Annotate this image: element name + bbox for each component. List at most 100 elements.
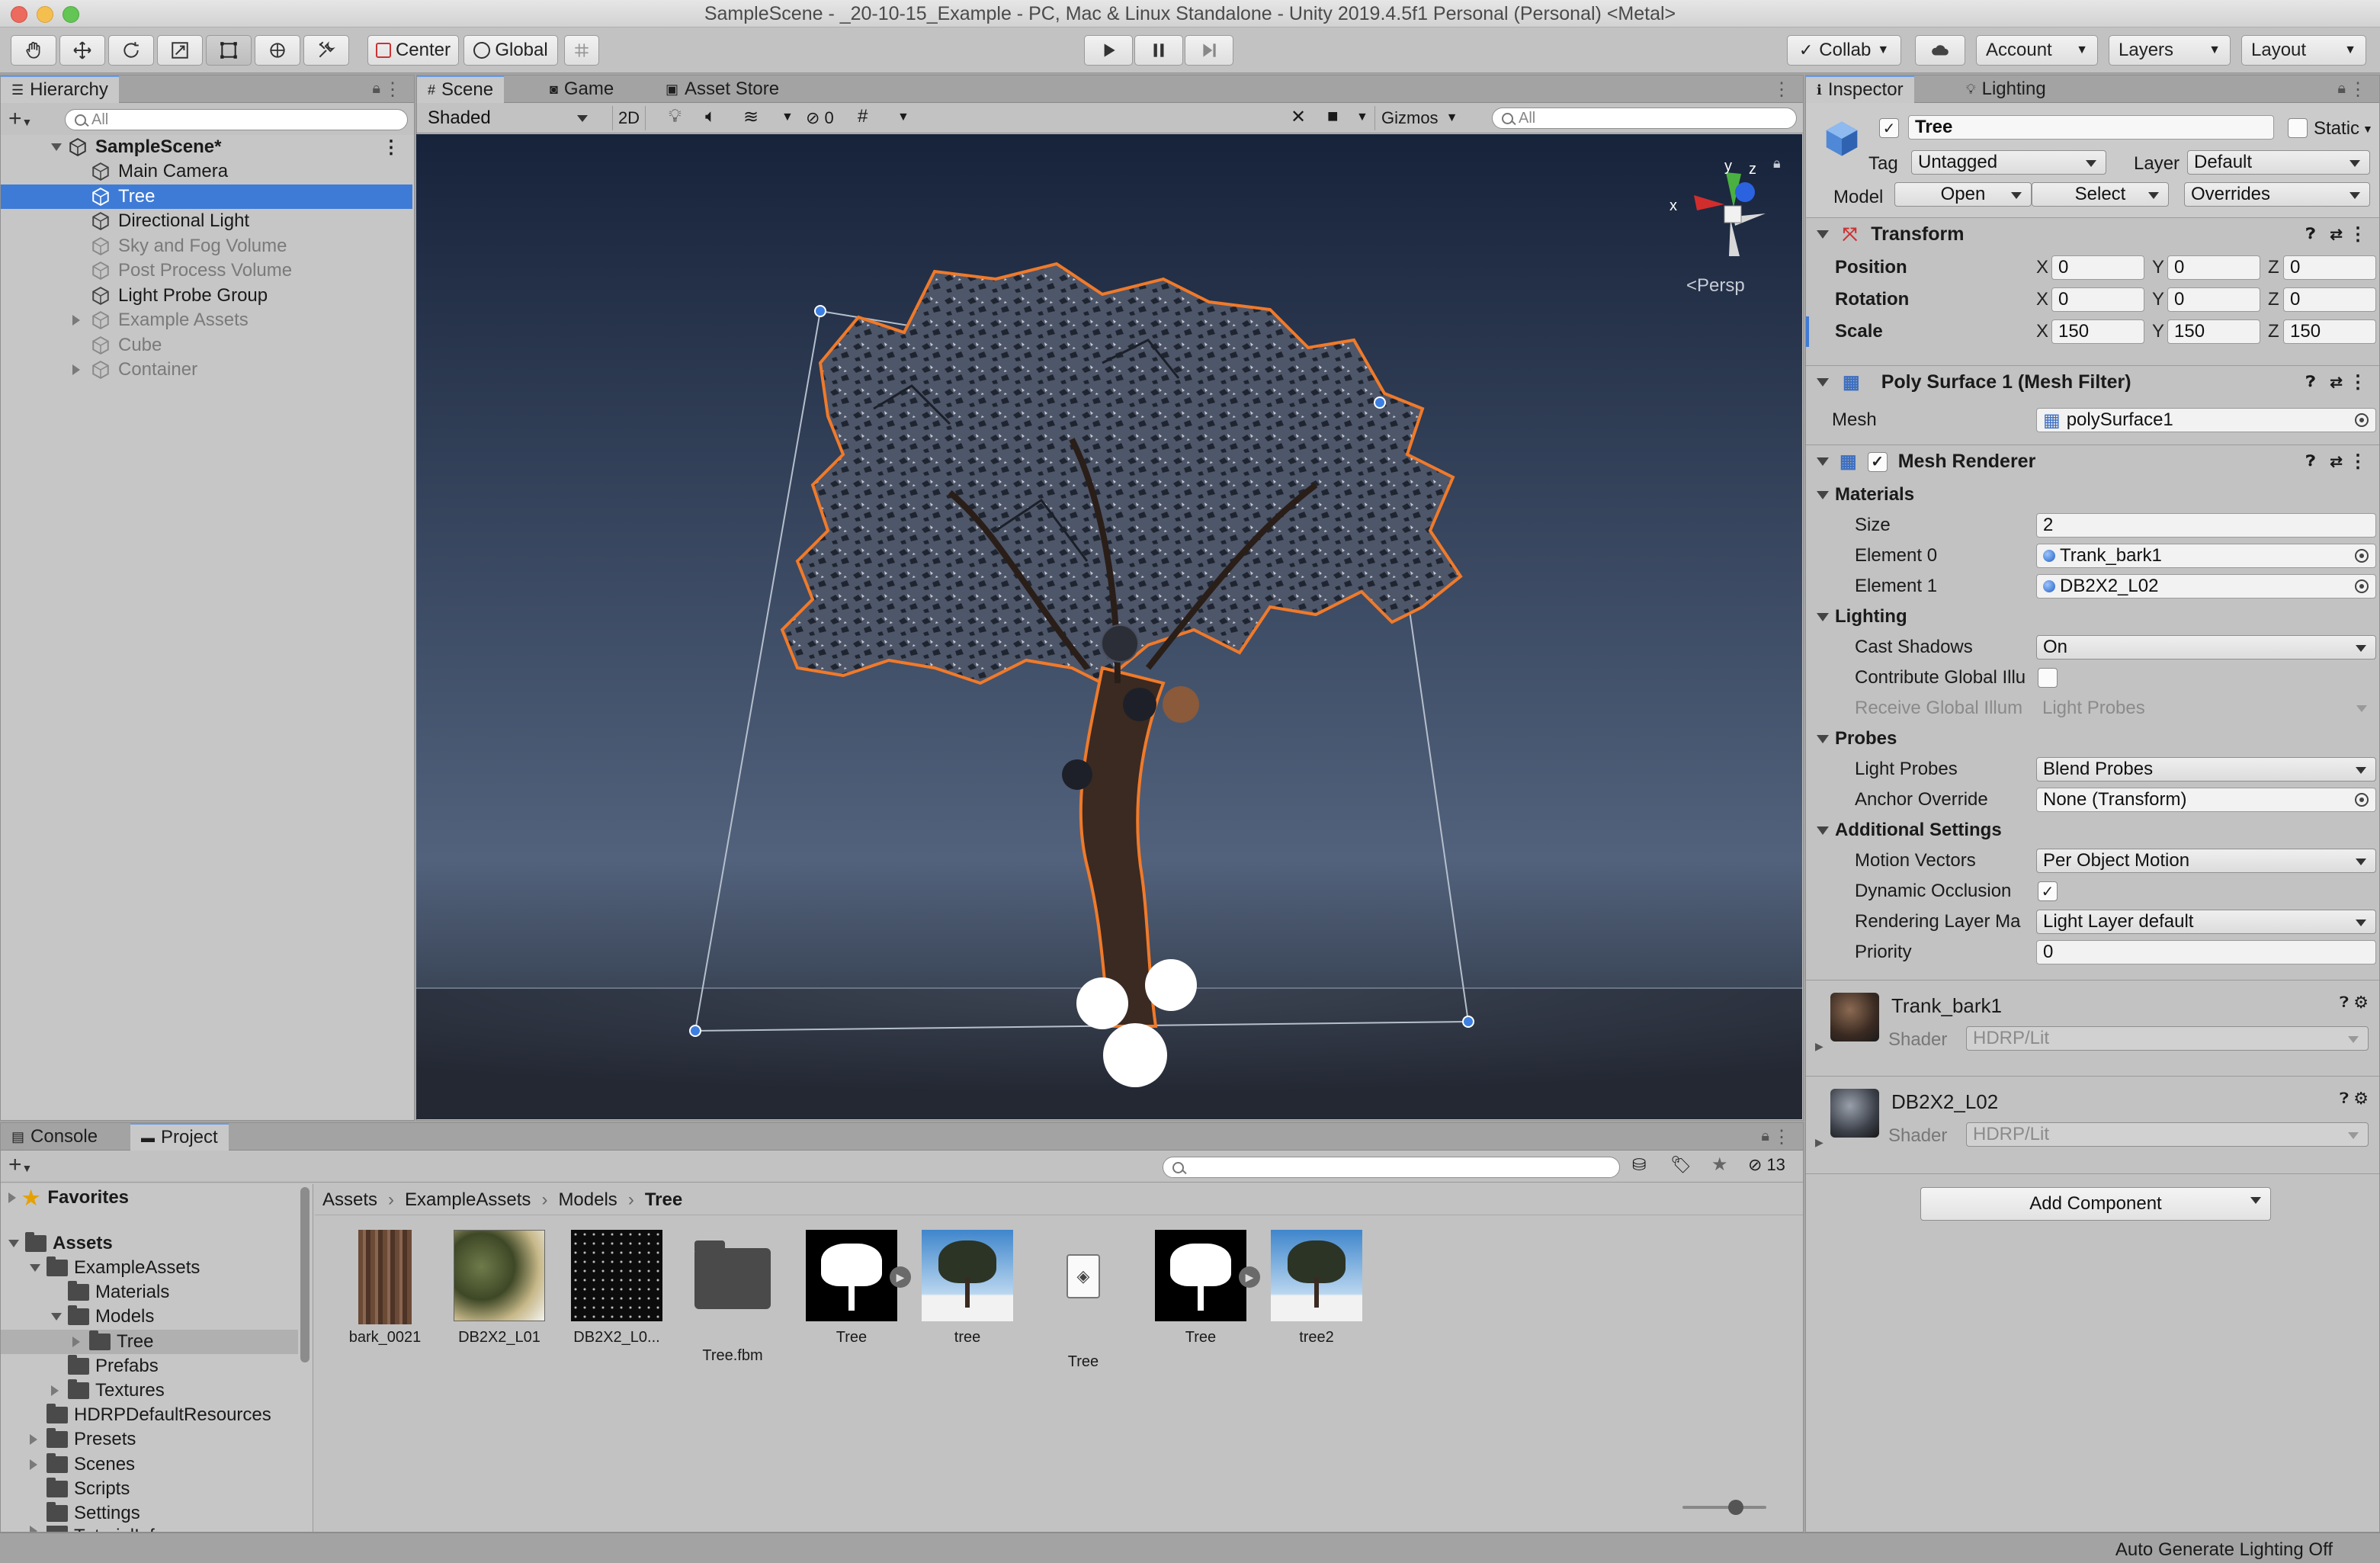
layers-dropdown[interactable]: Layers ▼ [2109, 35, 2231, 66]
position-z-field[interactable]: 0 [2283, 255, 2376, 280]
move-tool-button[interactable] [59, 35, 105, 66]
material-preview-thumbnail[interactable] [1830, 1089, 1879, 1138]
camera-icon[interactable]: ■ [1327, 106, 1339, 127]
folder-row[interactable]: Models [1, 1305, 298, 1329]
object-active-checkbox[interactable]: ✓ [1879, 118, 1899, 138]
foldout-arrow-icon[interactable] [51, 1385, 59, 1396]
kebab-menu-icon[interactable]: ⋮ [382, 136, 400, 159]
object-name-input[interactable]: Tree [1908, 115, 2274, 140]
folder-row[interactable]: HDRPDefaultResources [1, 1403, 298, 1427]
rotation-y-field[interactable]: 0 [2167, 287, 2260, 312]
hierarchy-item[interactable]: Directional Light [1, 209, 412, 233]
lock-icon[interactable]: 🔒︎ [372, 80, 380, 98]
kebab-menu-icon[interactable]: ⋮ [383, 79, 402, 101]
scene-search-input[interactable]: All [1492, 108, 1797, 129]
light-probes-dropdown[interactable]: Blend Probes [2036, 757, 2376, 782]
asset-item[interactable]: DB2X2_L0... [563, 1230, 670, 1346]
mesh-filter-header[interactable]: ▦ Poly Surface 1 (Mesh Filter) ❓︎ ⇄ ⋮ [1806, 365, 2379, 399]
material-preview-thumbnail[interactable] [1830, 993, 1879, 1041]
rect-tool-button[interactable] [206, 35, 252, 66]
hand-tool-button[interactable] [11, 35, 56, 66]
favorite-star-icon[interactable]: ★ [1711, 1154, 1728, 1176]
tab-lighting[interactable]: 💡︎ Lighting [1955, 75, 2057, 103]
custom-tool-button[interactable] [303, 35, 349, 66]
rect-handle[interactable] [689, 1025, 701, 1037]
foldout-arrow-icon[interactable] [72, 364, 80, 375]
scale-tool-button[interactable] [157, 35, 203, 66]
model-open-button[interactable]: Open [1894, 182, 2032, 207]
help-icon[interactable]: ❓︎ [2306, 374, 2315, 391]
rotation-x-field[interactable]: 0 [2051, 287, 2144, 312]
foldout-arrow-icon[interactable] [30, 1264, 40, 1272]
probes-foldout[interactable]: Probes [1806, 724, 2379, 754]
favorites-row[interactable]: ★ Favorites [1, 1186, 298, 1210]
tab-game[interactable]: ◙ Game [539, 75, 624, 103]
add-object-button[interactable]: +▼ [8, 106, 32, 132]
lock-icon[interactable]: 🔒︎ [2337, 80, 2346, 98]
rect-handle[interactable] [1374, 396, 1386, 409]
object-picker-icon[interactable] [2355, 549, 2369, 563]
kebab-menu-icon[interactable]: ⋮ [2349, 79, 2367, 101]
foldout-arrow-icon[interactable] [72, 1336, 80, 1347]
tab-console[interactable]: ▤ Console [1, 1123, 108, 1151]
hidden-objects-toggle[interactable]: ⊘ 0 [806, 106, 834, 130]
foldout-arrow-icon[interactable]: ▶ [1815, 1040, 1823, 1053]
asset-item[interactable]: ▶ Tree [1147, 1230, 1260, 1346]
chevron-down-icon[interactable]: ▼ [781, 111, 794, 124]
expand-subassets-icon[interactable]: ▶ [890, 1266, 911, 1288]
light-probe[interactable] [1123, 688, 1156, 721]
folder-row[interactable]: Tree [1, 1329, 298, 1354]
position-y-field[interactable]: 0 [2167, 255, 2260, 280]
asset-item[interactable]: DB2X2_L01 [446, 1230, 553, 1346]
foldout-arrow-icon[interactable] [72, 315, 80, 326]
contribute-gi-checkbox[interactable] [2038, 668, 2058, 688]
lock-icon[interactable]: 🔒︎ [1761, 1128, 1769, 1145]
tab-scene[interactable]: # Scene [417, 75, 505, 103]
pause-button[interactable] [1134, 35, 1183, 66]
scale-x-field[interactable]: 150 [2051, 319, 2144, 344]
hierarchy-item[interactable]: Tree [1, 184, 412, 209]
shader-dropdown[interactable]: HDRP/Lit [1966, 1122, 2369, 1147]
breadcrumb-item[interactable]: Assets [322, 1189, 377, 1211]
scale-y-field[interactable]: 150 [2167, 319, 2260, 344]
object-picker-icon[interactable] [2355, 793, 2369, 807]
hierarchy-item[interactable]: Container [1, 358, 412, 382]
folder-row[interactable]: Scenes [1, 1452, 298, 1477]
cast-shadows-dropdown[interactable]: On [2036, 635, 2376, 660]
help-icon[interactable]: ❓︎ [2340, 1090, 2349, 1108]
object-picker-icon[interactable] [2355, 413, 2369, 427]
kebab-menu-icon[interactable]: ⋮ [2349, 371, 2367, 393]
materials-foldout[interactable]: Materials [1806, 480, 2379, 510]
layout-dropdown[interactable]: Layout ▼ [2241, 35, 2366, 66]
snap-grid-button[interactable] [564, 35, 599, 66]
status-text[interactable]: Auto Generate Lighting Off [2115, 1539, 2333, 1561]
tab-hierarchy[interactable]: ☰ Hierarchy [1, 75, 119, 103]
shader-dropdown[interactable]: HDRP/Lit [1966, 1026, 2369, 1051]
folder-row[interactable]: Scripts [1, 1477, 298, 1501]
slider-thumb[interactable] [1728, 1500, 1743, 1515]
thumbnail-size-slider[interactable] [1682, 1500, 1766, 1515]
foldout-arrow-icon[interactable] [51, 143, 62, 151]
help-icon[interactable]: ❓︎ [2306, 226, 2315, 243]
kebab-menu-icon[interactable]: ⋮ [1772, 79, 1791, 101]
size-field[interactable]: 2 [2036, 513, 2376, 538]
model-select-button[interactable]: Select [2032, 182, 2169, 207]
hierarchy-item[interactable]: Example Assets [1, 308, 412, 332]
hierarchy-item[interactable]: Main Camera [1, 159, 412, 184]
hierarchy-item[interactable]: Sky and Fog Volume [1, 234, 412, 258]
pivot-mode-button[interactable]: Center [367, 35, 459, 66]
rect-handle[interactable] [1462, 1016, 1474, 1028]
foldout-arrow-icon[interactable]: ▶ [1815, 1136, 1823, 1149]
assets-root-row[interactable]: Assets [1, 1231, 298, 1256]
motion-vectors-dropdown[interactable]: Per Object Motion [2036, 849, 2376, 873]
mesh-renderer-enabled-checkbox[interactable]: ✓ [1867, 451, 1888, 472]
lighting-foldout[interactable]: Lighting [1806, 602, 2379, 632]
foldout-arrow-icon[interactable] [30, 1459, 37, 1470]
tab-project[interactable]: ▬ Project [130, 1123, 229, 1151]
foldout-arrow-icon[interactable] [8, 1240, 19, 1247]
transform-tool-button[interactable] [255, 35, 300, 66]
model-overrides-dropdown[interactable]: Overrides [2184, 182, 2370, 207]
scale-z-field[interactable]: 150 [2283, 319, 2376, 344]
collab-dropdown[interactable]: ✓ Collab ▼ [1787, 35, 1901, 66]
light-probe[interactable] [1145, 959, 1197, 1011]
